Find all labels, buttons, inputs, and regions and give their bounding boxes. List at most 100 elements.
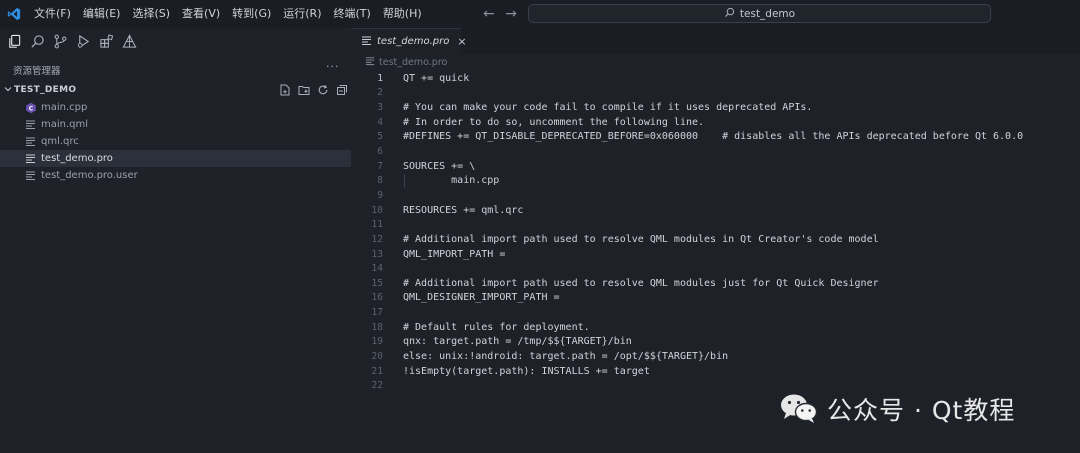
source-control-icon[interactable] (51, 32, 69, 50)
title-bar: 文件(F) 编辑(E) 选择(S) 查看(V) 转到(G) 运行(R) 终端(T… (0, 0, 1080, 28)
file-item-main-cpp[interactable]: C main.cpp (0, 99, 351, 116)
cmake-icon[interactable] (120, 32, 138, 50)
explorer-icon[interactable] (5, 32, 23, 50)
code-text: qnx: target.path = /tmp/$${TARGET}/bin (403, 336, 632, 348)
chevron-down-icon[interactable] (0, 85, 14, 95)
menu-run[interactable]: 运行(R) (277, 0, 327, 28)
explorer-more-button[interactable]: ··· (326, 60, 340, 73)
line-number: 20 (371, 350, 383, 362)
code-text: main.cpp (403, 175, 500, 187)
line-number: 9 (377, 189, 383, 201)
code-line[interactable]: 16 QML_DESIGNER_IMPORT_PATH = (351, 291, 1080, 306)
code-text: # Additional import path used to resolve… (403, 277, 879, 289)
close-icon[interactable]: × (457, 35, 466, 48)
line-number: 2 (377, 87, 383, 99)
code-text: RESOURCES += qml.qrc (403, 204, 524, 216)
file-item-main-qml[interactable]: main.qml (0, 116, 351, 133)
code-line[interactable]: 13 QML_IMPORT_PATH = (351, 247, 1080, 262)
code-line[interactable]: 4 # In order to do so, uncomment the foll… (351, 115, 1080, 130)
tab-test-demo-pro[interactable]: test_demo.pro × (351, 28, 467, 54)
tab-label: test_demo.pro (377, 36, 450, 47)
code-line[interactable]: 10 RESOURCES += qml.qrc (351, 203, 1080, 218)
line-number: 6 (377, 146, 383, 158)
menu-bar: 文件(F) 编辑(E) 选择(S) 查看(V) 转到(G) 运行(R) 终端(T… (28, 0, 428, 28)
code-line[interactable]: 18 # Default rules for deployment. (351, 320, 1080, 335)
code-line[interactable]: 5 #DEFINES += QT_DISABLE_DEPRECATED_BEFOR… (351, 130, 1080, 145)
line-number: 4 (377, 116, 383, 128)
text-file-icon (24, 152, 37, 165)
menu-selection[interactable]: 选择(S) (126, 0, 176, 28)
file-item-test-demo-pro-user[interactable]: test_demo.pro.user (0, 167, 351, 184)
code-line[interactable]: 9 (351, 188, 1080, 203)
code-text: QML_IMPORT_PATH = (403, 248, 506, 260)
code-line[interactable]: 12 # Additional import path used to resol… (351, 232, 1080, 247)
search-icon (724, 7, 735, 21)
wechat-logo-icon (779, 392, 819, 427)
line-number: 3 (377, 102, 383, 114)
file-label: qml.qrc (41, 136, 79, 147)
line-number: 1 (377, 72, 383, 84)
project-actions (278, 82, 348, 98)
project-header[interactable]: TEST_DEMO (0, 82, 351, 98)
code-line[interactable]: 11 (351, 217, 1080, 232)
code-editor[interactable]: 1 QT += quick 2 3 # You can make your code f… (351, 71, 1080, 393)
code-line[interactable]: 20 else: unix:!android: target.path = /op… (351, 349, 1080, 364)
explorer-title: 资源管理器 (13, 66, 61, 77)
text-file-icon (24, 169, 37, 182)
breadcrumb-label: test_demo.pro (379, 56, 448, 68)
file-label: main.cpp (41, 102, 88, 113)
vscode-logo-icon (0, 0, 28, 28)
code-line[interactable]: 19 qnx: target.path = /tmp/$${TARGET}/bin (351, 335, 1080, 350)
code-text: QT += quick (403, 72, 470, 84)
project-name: TEST_DEMO (14, 85, 77, 95)
code-line[interactable]: 8 main.cpp (351, 173, 1080, 188)
code-line[interactable]: 3 # You can make your code fail to compil… (351, 100, 1080, 115)
file-item-qml-qrc[interactable]: qml.qrc (0, 133, 351, 150)
refresh-icon[interactable] (316, 84, 329, 97)
watermark-text: 公众号 · Qt教程 (827, 396, 1016, 425)
code-text: # Additional import path used to resolve… (403, 233, 879, 245)
menu-terminal[interactable]: 终端(T) (328, 0, 377, 28)
code-line[interactable]: 17 (351, 305, 1080, 320)
back-arrow-icon[interactable]: ← (481, 6, 497, 22)
forward-arrow-icon[interactable]: → (503, 6, 519, 22)
search-panel-icon[interactable] (28, 32, 46, 50)
code-text: QML_DESIGNER_IMPORT_PATH = (403, 292, 560, 304)
code-text: SOURCES += \ (403, 160, 476, 172)
code-line[interactable]: 15 # Additional import path used to resol… (351, 276, 1080, 291)
file-item-test-demo-pro[interactable]: test_demo.pro (0, 150, 351, 167)
breadcrumb[interactable]: test_demo.pro (365, 55, 447, 69)
code-line[interactable]: 2 (351, 86, 1080, 101)
code-text: #DEFINES += QT_DISABLE_DEPRECATED_BEFORE… (403, 131, 1024, 143)
explorer-sidebar: 资源管理器 ··· TEST_DEMO C main.cpp main.qml … (0, 54, 351, 453)
activity-bar (0, 30, 138, 52)
menu-view[interactable]: 查看(V) (176, 0, 226, 28)
collapse-all-icon[interactable] (335, 84, 348, 97)
new-file-icon[interactable] (278, 84, 291, 97)
extensions-icon[interactable] (97, 32, 115, 50)
file-label: test_demo.pro (41, 153, 113, 164)
code-line[interactable]: 1 QT += quick (351, 71, 1080, 86)
text-file-icon (24, 118, 37, 131)
indent-guide (404, 173, 405, 189)
code-line[interactable]: 14 (351, 261, 1080, 276)
line-number: 18 (371, 321, 383, 333)
code-text: # Default rules for deployment. (403, 321, 590, 333)
menu-go[interactable]: 转到(G) (226, 0, 277, 28)
code-line[interactable]: 21 !isEmpty(target.path): INSTALLS += tar… (351, 364, 1080, 379)
line-number: 5 (377, 131, 383, 143)
new-folder-icon[interactable] (297, 84, 310, 97)
run-debug-icon[interactable] (74, 32, 92, 50)
navigation-arrows: ← → (481, 0, 519, 28)
menu-edit[interactable]: 编辑(E) (77, 0, 127, 28)
cpp-file-icon: C (24, 101, 37, 114)
code-text: !isEmpty(target.path): INSTALLS += targe… (403, 365, 650, 377)
code-line[interactable]: 6 (351, 144, 1080, 159)
command-center-search[interactable]: test_demo (528, 4, 991, 23)
code-line[interactable]: 7 SOURCES += \ (351, 159, 1080, 174)
menu-help[interactable]: 帮助(H) (377, 0, 428, 28)
svg-text:C: C (28, 105, 33, 112)
code-text: else: unix:!android: target.path = /opt/… (403, 350, 729, 362)
line-number: 13 (371, 248, 383, 260)
menu-file[interactable]: 文件(F) (28, 0, 77, 28)
